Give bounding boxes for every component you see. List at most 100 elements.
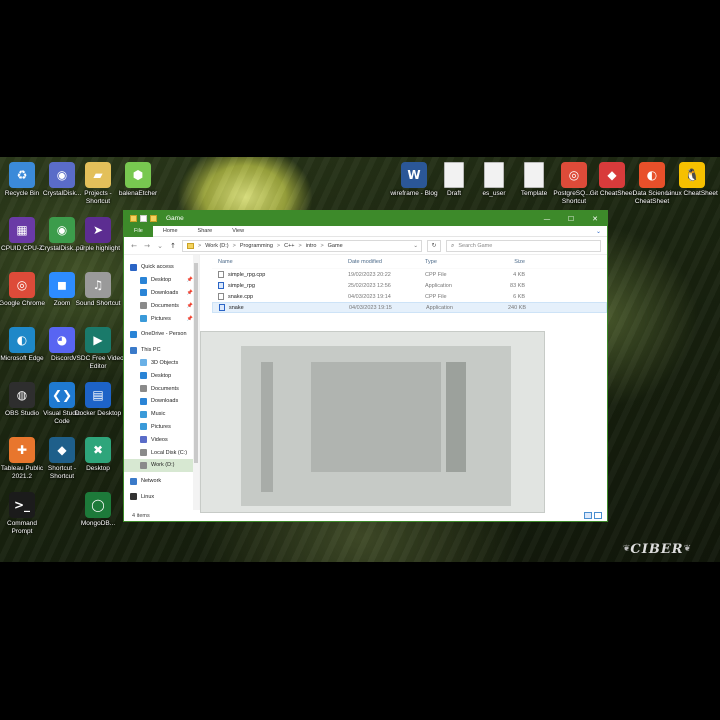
desktop-shortcut-left-6[interactable]: ➤ purple highlight xyxy=(76,217,120,253)
nav-item[interactable]: Pictures 📌 xyxy=(124,312,199,325)
close-button[interactable]: ✕ xyxy=(583,211,607,226)
desktop-app-icon: ♻ xyxy=(9,162,35,188)
nav-item[interactable]: Desktop 📌 xyxy=(124,274,199,287)
file-row[interactable]: snake.cpp 04/03/2023 19:14 CPP File 6 KB xyxy=(212,291,607,302)
nav-item-icon xyxy=(140,302,147,310)
breadcrumb-programming[interactable]: Programming xyxy=(240,243,273,249)
desktop-app-icon: ▰ xyxy=(85,162,111,188)
preview-content xyxy=(311,362,441,472)
desktop-shortcut-right-6[interactable]: ◐ Data Science CheatSheet xyxy=(630,162,674,205)
column-date-modified[interactable]: Date modified xyxy=(348,259,425,265)
desktop-app-icon xyxy=(524,162,544,188)
desktop-shortcut-right-7[interactable]: 🐧 Linux CheatSheet xyxy=(666,162,718,198)
recent-locations-icon[interactable]: ⌄ xyxy=(156,242,164,250)
nav-item[interactable]: Downloads xyxy=(124,395,199,408)
desktop-app-icon: ◍ xyxy=(9,382,35,408)
nav-item[interactable]: Local Disk (C:) xyxy=(124,446,199,459)
column-type[interactable]: Type xyxy=(425,259,487,265)
nav-item[interactable]: Quick access xyxy=(124,261,199,274)
cpp-file-icon xyxy=(218,293,224,300)
nav-item-label: Downloads xyxy=(151,398,179,405)
nav-item-icon xyxy=(140,372,147,380)
file-date: 04/03/2023 19:15 xyxy=(349,304,392,311)
nav-item[interactable]: Videos xyxy=(124,433,199,446)
desktop-icon-label: Docker Desktop xyxy=(74,410,122,417)
new-folder-icon[interactable] xyxy=(150,215,157,222)
file-name: snake xyxy=(229,304,244,311)
search-placeholder: Search Game xyxy=(458,242,493,249)
tab-file[interactable]: File xyxy=(124,225,153,237)
nav-item[interactable]: Downloads 📌 xyxy=(124,287,199,300)
address-dropdown-icon[interactable]: ⌄ xyxy=(413,243,421,249)
nav-item[interactable]: This PC xyxy=(124,344,199,357)
nav-item[interactable]: 3D Objects xyxy=(124,357,199,370)
nav-item[interactable]: Network xyxy=(124,475,199,488)
minimize-button[interactable]: — xyxy=(535,211,559,226)
desktop-shortcut-left-3[interactable]: ⬢ balenaEtcher xyxy=(116,162,160,198)
details-view-button[interactable] xyxy=(584,512,592,519)
up-button[interactable]: ↑ xyxy=(169,242,177,250)
nav-item-label: Documents xyxy=(151,385,179,392)
expand-ribbon-icon[interactable]: ⌄ xyxy=(596,228,607,235)
desktop-shortcut-left-9[interactable]: ♫ Sound Shortcut xyxy=(76,272,120,308)
column-size[interactable]: Size xyxy=(487,259,525,265)
desktop-app-icon: ◯ xyxy=(85,492,111,518)
quick-access-icon[interactable] xyxy=(140,215,147,222)
maximize-button[interactable]: ☐ xyxy=(559,211,583,226)
breadcrumb-cpp[interactable]: C++ xyxy=(284,243,294,249)
window-title: Game xyxy=(166,215,184,222)
address-bar[interactable]: > Work (D:) > Programming > C++ > intro … xyxy=(182,239,422,252)
preview-column xyxy=(446,362,466,472)
desktop-app-icon: ◆ xyxy=(599,162,625,188)
breadcrumb-game[interactable]: Game xyxy=(328,243,343,249)
title-bar[interactable]: Game — ☐ ✕ xyxy=(124,211,607,226)
file-row[interactable]: snake 04/03/2023 19:15 Application 240 KB xyxy=(212,302,607,313)
desktop-shortcut-left-20[interactable]: ◯ MongoDB... xyxy=(76,492,120,528)
nav-item-label: Pictures xyxy=(151,423,171,430)
tab-share[interactable]: Share xyxy=(188,226,223,237)
nav-item-label: Documents xyxy=(151,302,179,309)
forward-button[interactable]: → xyxy=(143,242,151,250)
nav-item[interactable]: Music xyxy=(124,408,199,421)
tab-home[interactable]: Home xyxy=(153,226,188,237)
desktop-icon-label: Linux CheatSheet xyxy=(666,190,718,197)
tab-view[interactable]: View xyxy=(222,226,254,237)
nav-item-label: Desktop xyxy=(151,372,172,379)
refresh-button[interactable]: ↻ xyxy=(427,239,441,252)
file-name-cell: snake xyxy=(213,304,349,311)
search-input[interactable]: ⌕ Search Game xyxy=(446,239,601,252)
file-type: CPP File xyxy=(425,271,447,278)
nav-item[interactable]: Desktop xyxy=(124,369,199,382)
file-name-cell: simple_rpg xyxy=(212,282,348,289)
nav-scrollbar[interactable] xyxy=(193,255,199,510)
nav-item[interactable]: Pictures xyxy=(124,421,199,434)
nav-item-icon xyxy=(140,436,147,444)
back-button[interactable]: ← xyxy=(130,242,138,250)
desktop-app-icon: ✚ xyxy=(9,437,35,463)
desktop-shortcut-left-18[interactable]: ✖ Desktop xyxy=(76,437,120,473)
column-name[interactable]: Name xyxy=(212,259,348,265)
desktop-icon-label: purple highlight xyxy=(75,245,121,252)
nav-item[interactable]: OneDrive - Person xyxy=(124,328,199,341)
view-toggles xyxy=(584,512,607,519)
nav-item[interactable]: Documents xyxy=(124,382,199,395)
nav-scrollbar-thumb[interactable] xyxy=(194,263,198,463)
desktop-app-icon: ◉ xyxy=(49,162,75,188)
desktop-shortcut-left-19[interactable]: >_ Command Prompt xyxy=(0,492,44,535)
desktop-icon-label: Sound Shortcut xyxy=(75,300,121,307)
breadcrumb-work-d[interactable]: Work (D:) xyxy=(205,243,228,249)
file-row[interactable]: simple_rpg.cpp 19/02/2023 20:22 CPP File 4 … xyxy=(212,269,607,280)
desktop-shortcut-left-15[interactable]: ▤ Docker Desktop xyxy=(75,382,121,418)
file-row[interactable]: simple_rpg 25/02/2023 12:56 Application 83 … xyxy=(212,280,607,291)
ribbon-tabs: File Home Share View ⌄ xyxy=(124,225,607,237)
nav-item-icon xyxy=(140,423,147,431)
desktop-app-icon xyxy=(484,162,504,188)
breadcrumb-intro[interactable]: intro xyxy=(306,243,317,249)
nav-item[interactable]: Work (D:) xyxy=(124,458,199,472)
desktop-app-icon: 🐧 xyxy=(679,162,705,188)
desktop-shortcut-left-12[interactable]: ▶ VSDC Free Video Editor xyxy=(72,327,124,370)
nav-item[interactable]: Documents 📌 xyxy=(124,299,199,312)
large-icons-view-button[interactable] xyxy=(594,512,602,519)
nav-item[interactable]: Linux xyxy=(124,491,199,504)
desktop-shortcut-left-2[interactable]: ▰ Projects - Shortcut xyxy=(76,162,120,205)
